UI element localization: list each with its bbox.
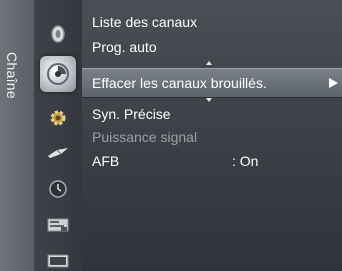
picture-icon[interactable] xyxy=(46,213,70,237)
input-icon[interactable] xyxy=(46,22,70,46)
tv-menu-screen: Chaîne Liste des canaux Prog. auto Effac… xyxy=(0,0,342,271)
menu-item-auto-program[interactable]: Prog. auto xyxy=(92,37,157,57)
menu-item-fine-tune[interactable]: Syn. Précise xyxy=(92,104,171,124)
menu-item-channel-list[interactable]: Liste des canaux xyxy=(92,12,197,32)
sound-icon[interactable] xyxy=(46,249,70,271)
clock-icon[interactable] xyxy=(46,177,70,201)
channel-menu: Liste des canaux Prog. auto Effacer les … xyxy=(82,0,342,271)
scroll-down-icon xyxy=(206,98,212,102)
menu-icon-column xyxy=(34,0,82,271)
afb-value: : On xyxy=(232,153,259,169)
scroll-up-icon xyxy=(206,61,212,65)
menu-item-afb[interactable]: AFB xyxy=(92,151,119,171)
setup-icon[interactable] xyxy=(46,106,70,130)
menu-item-signal-strength: Puissance signal xyxy=(92,129,198,145)
menu-item-label: Effacer les canaux brouillés. xyxy=(92,75,267,91)
satellite-icon[interactable] xyxy=(46,141,70,165)
menu-item-erase-scrambled[interactable]: Effacer les canaux brouillés. xyxy=(82,68,342,98)
side-tab-label: Chaîne xyxy=(4,52,20,99)
submenu-arrow-icon xyxy=(329,78,338,88)
channel-side-tab[interactable]: Chaîne xyxy=(0,0,35,271)
channel-icon[interactable] xyxy=(40,56,76,92)
